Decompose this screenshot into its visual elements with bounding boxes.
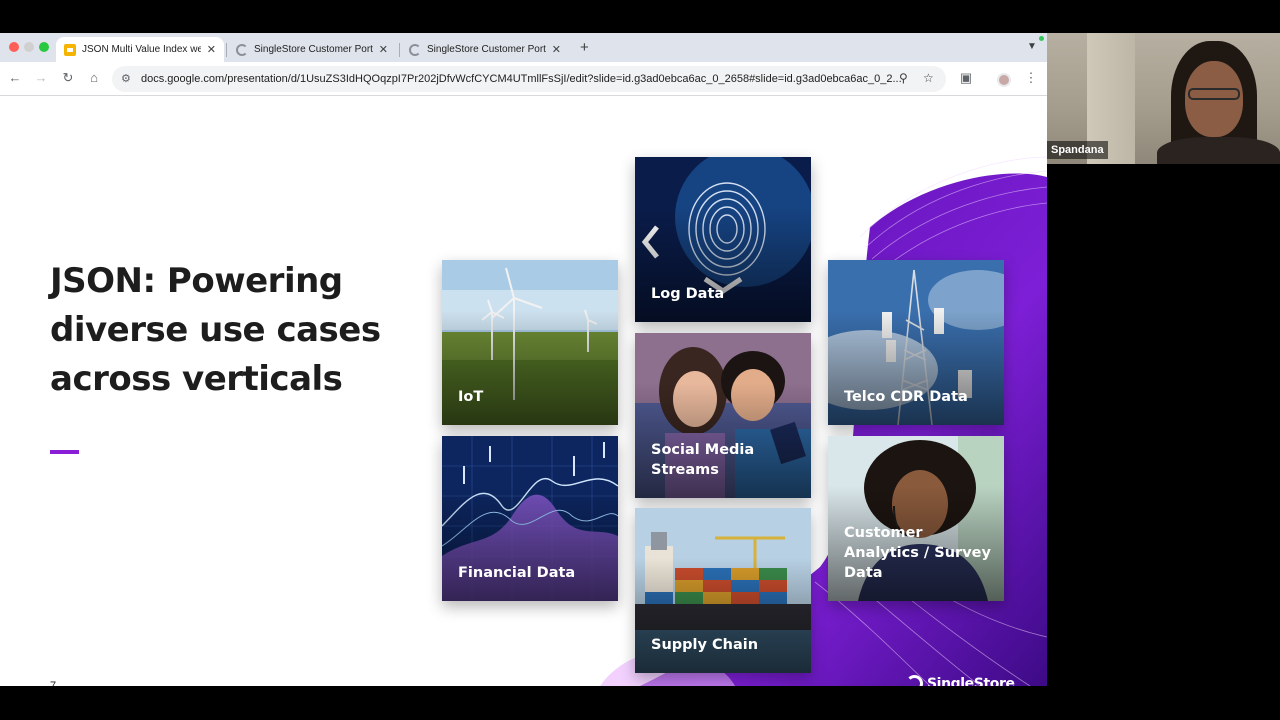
tile-telco-cdr: Telco CDR Data xyxy=(828,260,1004,425)
title-line-1: JSON: Powering xyxy=(50,261,343,301)
participant-name: Spandana xyxy=(1047,141,1108,159)
tile-label: IoT xyxy=(458,389,484,405)
tab-title: SingleStore Customer Portal xyxy=(427,44,546,55)
loading-icon xyxy=(409,43,421,56)
singlestore-logo: SingleStore xyxy=(906,675,1015,686)
window-maximize-button[interactable] xyxy=(39,42,49,52)
tab-separator xyxy=(226,43,227,57)
extensions-icon[interactable]: ▣ xyxy=(957,70,975,86)
slides-icon xyxy=(64,43,76,56)
address-bar[interactable]: ⚙ docs.google.com/presentation/d/1UsuZS3… xyxy=(112,66,946,92)
window-minimize-button[interactable] xyxy=(24,42,34,52)
reload-icon[interactable]: ↻ xyxy=(59,70,77,86)
tab-title: SingleStore Customer Portal xyxy=(254,44,373,55)
browser-toolbar: ← → ↻ ⌂ ⚙ docs.google.com/presentation/d… xyxy=(0,62,1047,96)
site-settings-icon[interactable]: ⚙ xyxy=(121,72,131,85)
tile-shade xyxy=(828,309,1004,425)
close-icon[interactable]: ✕ xyxy=(552,43,561,56)
presentation-slide: JSON: Powering diverse use cases across … xyxy=(0,97,1047,686)
chevron-down-icon[interactable]: ▼ xyxy=(1027,41,1037,52)
tile-iot: IoT xyxy=(442,260,618,425)
title-line-2: diverse use cases xyxy=(50,310,381,350)
window-close-button[interactable] xyxy=(9,42,19,52)
close-icon[interactable]: ✕ xyxy=(379,43,388,56)
more-menu-icon[interactable]: ⋮ xyxy=(1022,70,1040,86)
tile-social-media: Social Media Streams xyxy=(635,333,811,498)
zoom-icon[interactable]: ⚲ xyxy=(899,71,908,85)
back-arrow-icon[interactable]: ← xyxy=(6,70,24,85)
participant-body xyxy=(1157,137,1280,164)
url-text[interactable]: docs.google.com/presentation/d/1UsuZS3Id… xyxy=(141,73,901,85)
tile-customer-analytics: Customer Analytics / Survey Data xyxy=(828,436,1004,601)
bookmark-star-icon[interactable]: ☆ xyxy=(923,71,934,85)
tab-customer-portal-1[interactable]: SingleStore Customer Portal ✕ xyxy=(228,37,396,62)
tab-separator xyxy=(399,43,400,57)
tile-supply-chain: Supply Chain xyxy=(635,508,811,673)
tile-shade xyxy=(442,485,618,601)
tile-label: Log Data xyxy=(651,286,725,302)
forward-arrow-icon[interactable]: → xyxy=(32,70,50,85)
profile-avatar[interactable] xyxy=(997,73,1011,87)
accent-bar xyxy=(50,450,79,454)
tab-customer-portal-2[interactable]: SingleStore Customer Portal ✕ xyxy=(401,37,569,62)
browser-window: JSON Multi Value Index webi ✕ SingleStor… xyxy=(0,33,1047,686)
new-tab-button[interactable]: + xyxy=(580,39,589,56)
tile-label: Telco CDR Data xyxy=(844,389,968,405)
loading-icon xyxy=(236,43,248,56)
tile-label: Social Media Streams xyxy=(651,442,755,478)
recording-indicator-icon xyxy=(1039,36,1044,41)
participant-glasses xyxy=(1188,88,1240,100)
tile-shade xyxy=(635,557,811,673)
tab-json-multi-value[interactable]: JSON Multi Value Index webi ✕ xyxy=(56,37,224,62)
tile-financial-data: Financial Data xyxy=(442,436,618,601)
tile-shade xyxy=(635,206,811,322)
tile-label: Customer Analytics / Survey Data xyxy=(844,525,991,581)
screen: JSON Multi Value Index webi ✕ SingleStor… xyxy=(0,0,1280,720)
tab-strip: JSON Multi Value Index webi ✕ SingleStor… xyxy=(0,33,1047,62)
tile-log-data: Log Data xyxy=(635,157,811,322)
home-icon[interactable]: ⌂ xyxy=(85,70,103,85)
tile-label: Financial Data xyxy=(458,565,576,581)
brand-name: SingleStore xyxy=(927,675,1015,687)
tab-title: JSON Multi Value Index webi xyxy=(82,44,201,55)
title-line-3: across verticals xyxy=(50,359,343,399)
singlestore-logo-icon xyxy=(906,675,923,686)
slide-page-number: 7 xyxy=(50,680,57,686)
tile-label: Supply Chain xyxy=(651,637,759,653)
tile-shade xyxy=(442,309,618,425)
slide-title: JSON: Powering diverse use cases across … xyxy=(50,257,410,404)
close-icon[interactable]: ✕ xyxy=(207,43,216,56)
